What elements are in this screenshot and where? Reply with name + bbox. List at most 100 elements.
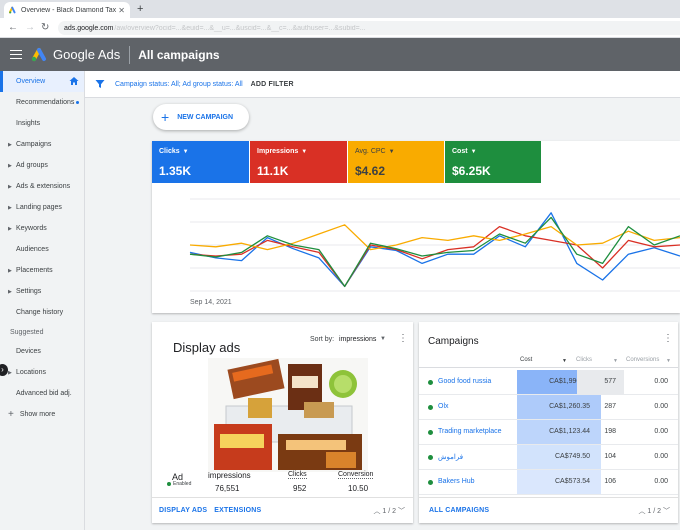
sidebar-item-label: Devices (16, 348, 41, 355)
dropdown-arrow-icon[interactable]: ▼ (183, 149, 189, 155)
sidebar-item-ads-extensions[interactable]: ▶ Ads & extensions (0, 176, 84, 197)
sidebar-item-label: Settings (16, 288, 42, 295)
expand-caret-icon: ▶ (8, 204, 12, 211)
dropdown-arrow-icon[interactable]: ▼ (380, 336, 386, 342)
metric-value: 11.1K (257, 164, 289, 178)
campaign-conversions: 0.00 (654, 378, 668, 385)
sidebar-item-recommendations[interactable]: Recommendations (0, 92, 84, 113)
display-ads-card: Display ads Sort by: impressions ▼ ⋮ Ad … (152, 322, 413, 523)
chevron-down-icon[interactable]: ﹀ (663, 508, 670, 515)
extensions-link[interactable]: EXTENSIONS (214, 507, 261, 514)
suggested-label: Suggested (10, 328, 44, 336)
more-options-icon[interactable]: ⋮ (398, 334, 408, 344)
ad-status-text: Enabled (173, 481, 192, 487)
metric-tile-cost[interactable]: Cost ▼ $6.25K (445, 141, 541, 183)
performance-line-chart: Sep 14, 2021 (189, 198, 680, 306)
filter-status-text[interactable]: Campaign status: All; Ad group status: A… (115, 81, 243, 88)
expand-caret-icon: ▶ (8, 267, 12, 274)
browser-tab[interactable]: Overview - Black Diamond Taxi - ✕ (4, 2, 130, 18)
sort-icon[interactable]: ▼ (613, 358, 618, 364)
impressions-value: 76,551 (215, 484, 240, 493)
campaign-name-link[interactable]: Trading marketplace (438, 428, 502, 435)
dropdown-arrow-icon[interactable]: ▼ (471, 149, 477, 155)
conversion-header[interactable]: Conversion (338, 471, 374, 479)
plus-icon: + (161, 109, 170, 125)
campaign-name-link[interactable]: Bakers Hub (438, 478, 475, 485)
new-tab-button[interactable]: + (137, 2, 143, 16)
new-campaign-button[interactable]: + NEW CAMPAIGN (153, 104, 249, 130)
add-filter-button[interactable]: ADD FILTER (251, 81, 294, 88)
metric-tile-avg-cpc[interactable]: Avg. CPC ▼ $4.62 (348, 141, 444, 183)
url-domain: ads.google.com (64, 24, 114, 32)
series-line-clicks (189, 212, 680, 288)
campaign-name-link[interactable]: Good food russia (438, 378, 491, 385)
campaign-clicks: 577 (577, 370, 624, 394)
sort-by-select[interactable]: impressions (339, 336, 376, 343)
cost-column-header[interactable]: Cost (520, 357, 532, 363)
show-more-label: Show more (19, 411, 56, 418)
sort-icon[interactable]: ▼ (666, 358, 671, 364)
metric-value: $4.62 (355, 164, 386, 178)
campaign-row: Bakers Hub CA$573.54 106 0.00 (419, 470, 678, 495)
metric-tile-impressions[interactable]: Impressions ▼ 11.1K (250, 141, 347, 183)
dropdown-arrow-icon[interactable]: ▼ (389, 149, 395, 155)
sidebar-item-label: Advanced bid adj. (16, 390, 72, 397)
expand-caret-icon: ▶ (8, 369, 12, 376)
url-path: /aw/overview?ocid=...&euid=...&__u=...&u… (114, 24, 366, 32)
sidebar-item-campaigns[interactable]: ▶ Campaigns (0, 134, 84, 155)
clicks-column-header[interactable]: Clicks (576, 357, 592, 363)
chevron-up-icon[interactable]: ︿ (373, 508, 380, 515)
sidebar-item-landing-pages[interactable]: ▶ Landing pages (0, 197, 84, 218)
sidebar-item-advanced-bid-adj[interactable]: Advanced bid adj. (0, 383, 84, 404)
new-campaign-label: NEW CAMPAIGN (177, 113, 234, 121)
campaign-name-link[interactable]: Olx (438, 403, 449, 410)
sidebar-item-change-history[interactable]: Change history (0, 302, 84, 323)
campaign-name-link[interactable]: فراموش (438, 453, 463, 461)
chevron-down-icon[interactable]: ﹀ (398, 508, 405, 515)
status-dot-icon (428, 405, 433, 410)
conversions-column-header[interactable]: Conversions (626, 357, 659, 363)
performance-chart-card: Clicks ▼ 1.35K Impressions ▼ 11.1K Avg. CPC ▼ $4… (152, 141, 680, 313)
sidebar-item-settings[interactable]: ▶ Settings (0, 281, 84, 302)
sidebar-item-audiences[interactable]: Audiences (0, 239, 84, 260)
status-dot-icon (428, 480, 433, 485)
sidebar-item-keywords[interactable]: ▶ Keywords (0, 218, 84, 239)
expand-caret-icon: ▶ (8, 183, 12, 190)
sidebar-item-locations[interactable]: ▶ Locations (0, 362, 84, 383)
brand-name: Google Ads (53, 47, 121, 62)
header-divider (129, 45, 131, 64)
forward-arrow-icon[interactable]: → (25, 21, 35, 35)
chevron-up-icon[interactable]: ︿ (638, 508, 645, 515)
sidebar-item-label: Recommendations (16, 99, 75, 106)
dropdown-arrow-icon[interactable]: ▼ (301, 149, 307, 155)
sidebar: Overview Recommendations Insights ▶ Campaign… (0, 71, 85, 530)
filter-bar: Campaign status: All; Ad group status: A… (85, 71, 680, 98)
reload-icon[interactable]: ↻ (41, 21, 49, 35)
plus-icon: + (8, 409, 14, 420)
address-bar-row: ← → ↻ ads.google.com /aw/overview?ocid=.… (0, 18, 680, 38)
close-tab-icon[interactable]: ✕ (118, 6, 125, 15)
all-campaigns-link[interactable]: ALL CAMPAIGNS (429, 507, 489, 514)
metric-label-row: Cost ▼ (452, 148, 535, 155)
sidebar-item-ad-groups[interactable]: ▶ Ad groups (0, 155, 84, 176)
sidebar-item-placements[interactable]: ▶ Placements (0, 260, 84, 281)
display-ads-link[interactable]: DISPLAY ADS (159, 507, 207, 514)
clicks-header[interactable]: Clicks (288, 471, 307, 479)
url-field[interactable]: ads.google.com /aw/overview?ocid=...&eui… (58, 21, 680, 35)
tab-title: Overview - Black Diamond Taxi - (21, 6, 117, 14)
back-arrow-icon[interactable]: ← (8, 21, 18, 35)
filter-icon[interactable] (95, 79, 105, 89)
sidebar-item-insights[interactable]: Insights (0, 113, 84, 134)
sidebar-item-overview[interactable]: Overview (0, 71, 84, 92)
show-more-button[interactable]: + Show more (0, 404, 84, 425)
series-line-avg-cpc (189, 224, 680, 251)
sidebar-item-devices[interactable]: Devices (0, 341, 84, 362)
campaign-conversions: 0.00 (654, 478, 668, 485)
more-options-icon[interactable]: ⋮ (663, 334, 673, 344)
menu-icon[interactable] (10, 47, 22, 62)
series-line-impressions (189, 225, 680, 288)
metric-tile-clicks[interactable]: Clicks ▼ 1.35K (152, 141, 249, 183)
campaign-clicks: 287 (604, 403, 616, 410)
metric-label: Clicks (159, 148, 180, 155)
sort-desc-icon[interactable]: ▼ (562, 358, 567, 364)
